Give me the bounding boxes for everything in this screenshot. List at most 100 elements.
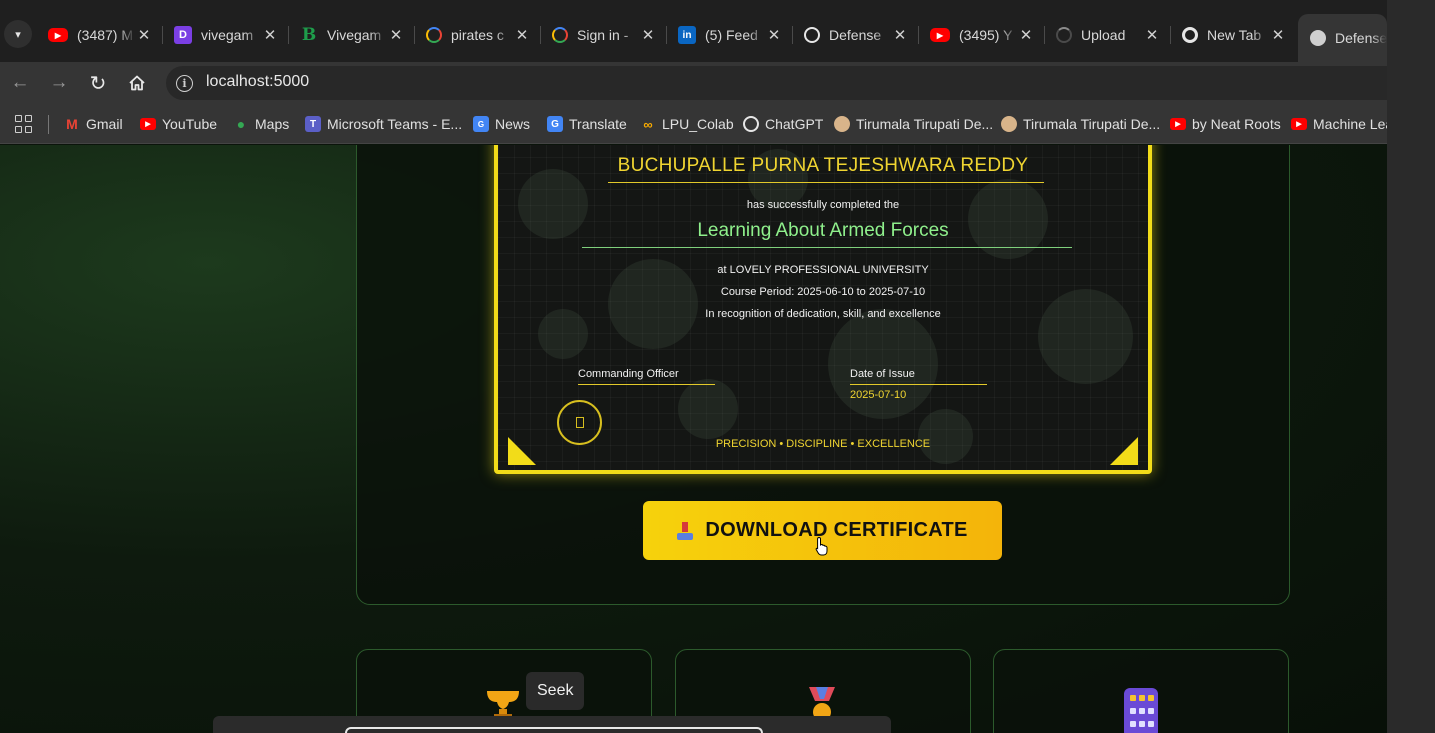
- seek-bar[interactable]: [345, 727, 763, 733]
- home-button[interactable]: [121, 67, 153, 99]
- bookmark-neat-roots[interactable]: ▶ by Neat Roots: [1170, 113, 1281, 135]
- temple-icon: [1001, 116, 1017, 132]
- tab-vivegam-1[interactable]: D vivegam ✕: [162, 16, 288, 54]
- site-info-icon[interactable]: i: [176, 75, 193, 92]
- youtube-icon: ▶: [140, 118, 156, 130]
- tab-upload[interactable]: Upload ✕: [1044, 16, 1170, 54]
- bookmark-teams[interactable]: T Microsoft Teams - E...: [305, 113, 462, 135]
- back-button[interactable]: ←: [4, 67, 36, 99]
- browser-toolbar: ← → ↻ i localhost:5000: [0, 62, 1387, 104]
- url-text[interactable]: localhost:5000: [206, 73, 309, 91]
- close-icon[interactable]: ✕: [640, 26, 656, 44]
- maps-icon: ●: [236, 116, 246, 132]
- tab-title: (3487) M: [77, 27, 134, 43]
- bookmark-label: YouTube: [162, 116, 218, 132]
- letter-b-icon: B: [301, 25, 317, 45]
- course-period: Course Period: 2025-06-10 to 2025-07-10: [720, 286, 926, 298]
- chrome-icon: [1182, 27, 1198, 43]
- forward-button[interactable]: →: [43, 67, 75, 99]
- course-title: Learning About Armed Forces: [697, 220, 949, 241]
- tab-title: Defense: [829, 27, 882, 43]
- loading-icon: [1056, 27, 1072, 43]
- browser-window: ▾ ▶ (3487) M ✕ D vivegam ✕ B Vivegam ✕ p…: [0, 0, 1387, 733]
- bookmark-label: LPU_Colab: [662, 116, 734, 132]
- bookmark-lpu-colab[interactable]: ∞ LPU_Colab: [640, 113, 734, 135]
- tab-linkedin[interactable]: in (5) Feed ✕: [666, 16, 792, 54]
- corner-ornament: [508, 437, 536, 465]
- bookmark-tirumala-1[interactable]: Tirumala Tirupati De...: [834, 113, 993, 135]
- tab-pirates[interactable]: pirates c ✕: [414, 16, 540, 54]
- tab-vivegam-2[interactable]: B Vivegam ✕: [288, 16, 414, 54]
- close-icon[interactable]: ✕: [388, 26, 404, 44]
- decor-bubble: [678, 379, 738, 439]
- home-icon: [129, 75, 145, 91]
- tab-sign-in[interactable]: Sign in - ✕: [540, 16, 666, 54]
- recipient-name: BUCHUPALLE PURNA TEJESHWARA REDDY: [617, 155, 1029, 176]
- close-icon[interactable]: ✕: [1270, 26, 1286, 44]
- close-icon[interactable]: ✕: [766, 26, 782, 44]
- close-icon[interactable]: ✕: [262, 26, 278, 44]
- signatory-label: Commanding Officer: [578, 368, 679, 380]
- globe-icon: [1310, 30, 1326, 46]
- bookmark-label: Microsoft Teams - E...: [327, 116, 463, 132]
- tab-title: Upload: [1081, 27, 1126, 43]
- address-bar[interactable]: i localhost:5000: [166, 66, 1387, 100]
- openai-icon: [804, 27, 820, 43]
- close-icon[interactable]: ✕: [892, 26, 908, 44]
- close-icon[interactable]: ✕: [136, 26, 152, 44]
- name-underline: [608, 182, 1044, 183]
- tab-title: (3495) Y: [959, 27, 1013, 43]
- close-icon[interactable]: ✕: [1018, 26, 1034, 44]
- bookmark-youtube[interactable]: ▶ YouTube: [140, 113, 217, 135]
- window-edge: [1387, 0, 1435, 733]
- tab-new-tab[interactable]: New Tab ✕: [1170, 16, 1296, 54]
- bookmark-label: News: [495, 116, 531, 132]
- reload-button[interactable]: ↻: [82, 67, 114, 99]
- bookmark-chatgpt[interactable]: ChatGPT: [743, 113, 823, 135]
- bookmarks-bar: M Gmail ▶ YouTube ● Maps T Microsoft Tea…: [0, 104, 1387, 144]
- youtube-icon: ▶: [1291, 118, 1307, 130]
- translate-icon: G: [547, 116, 563, 132]
- tab-youtube-2[interactable]: ▶ (3495) Y ✕: [918, 16, 1044, 54]
- bookmark-machine-learning[interactable]: ▶ Machine Lea: [1291, 113, 1387, 135]
- tab-search-button[interactable]: ▾: [4, 20, 32, 48]
- bookmark-label: Tirumala Tirupati De...: [1023, 116, 1161, 132]
- google-icon: [426, 27, 442, 43]
- bookmark-news[interactable]: G News: [473, 113, 530, 135]
- bookmark-label: Tirumala Tirupati De...: [856, 116, 994, 132]
- openai-icon: [743, 116, 759, 132]
- decor-bubble: [918, 409, 973, 464]
- medal-icon: [809, 687, 835, 719]
- colab-icon: ∞: [643, 116, 653, 132]
- media-player-bar[interactable]: [213, 716, 891, 733]
- close-icon[interactable]: ✕: [514, 26, 530, 44]
- youtube-icon: ▶: [930, 28, 950, 42]
- teams-icon: T: [305, 116, 321, 132]
- mouse-cursor-icon: [815, 536, 828, 556]
- youtube-icon: ▶: [1170, 118, 1186, 130]
- tab-youtube-1[interactable]: ▶ (3487) M ✕: [36, 16, 162, 54]
- bookmark-label: Gmail: [86, 116, 123, 132]
- temple-icon: [834, 116, 850, 132]
- decor-bubble: [828, 309, 938, 419]
- apps-icon[interactable]: [14, 114, 34, 134]
- bookmark-translate[interactable]: G Translate: [547, 113, 627, 135]
- bookmark-label: ChatGPT: [765, 116, 824, 132]
- tab-strip: ▾ ▶ (3487) M ✕ D vivegam ✕ B Vivegam ✕ p…: [0, 0, 1387, 62]
- bookmark-maps[interactable]: ● Maps: [233, 113, 289, 135]
- recognition-text: In recognition of dedication, skill, and…: [705, 308, 941, 320]
- tab-defense-1[interactable]: Defense ✕: [792, 16, 918, 54]
- bookmark-label: by Neat Roots: [1192, 116, 1281, 132]
- bookmarks-divider: [48, 115, 49, 134]
- bookmark-tirumala-2[interactable]: Tirumala Tirupati De...: [1001, 113, 1160, 135]
- letter-d-icon: D: [174, 26, 192, 44]
- tab-title: (5) Feed: [705, 27, 758, 43]
- tab-defense-active[interactable]: Defense: [1298, 14, 1387, 62]
- close-icon[interactable]: ✕: [1144, 26, 1160, 44]
- bookmark-label: Translate: [569, 116, 627, 132]
- bookmark-gmail[interactable]: M Gmail: [64, 113, 123, 135]
- corner-ornament: [1110, 437, 1138, 465]
- tab-title: vivegam: [201, 27, 254, 43]
- seek-tooltip: Seek: [526, 672, 585, 710]
- issue-date: 2025-07-10: [850, 389, 907, 401]
